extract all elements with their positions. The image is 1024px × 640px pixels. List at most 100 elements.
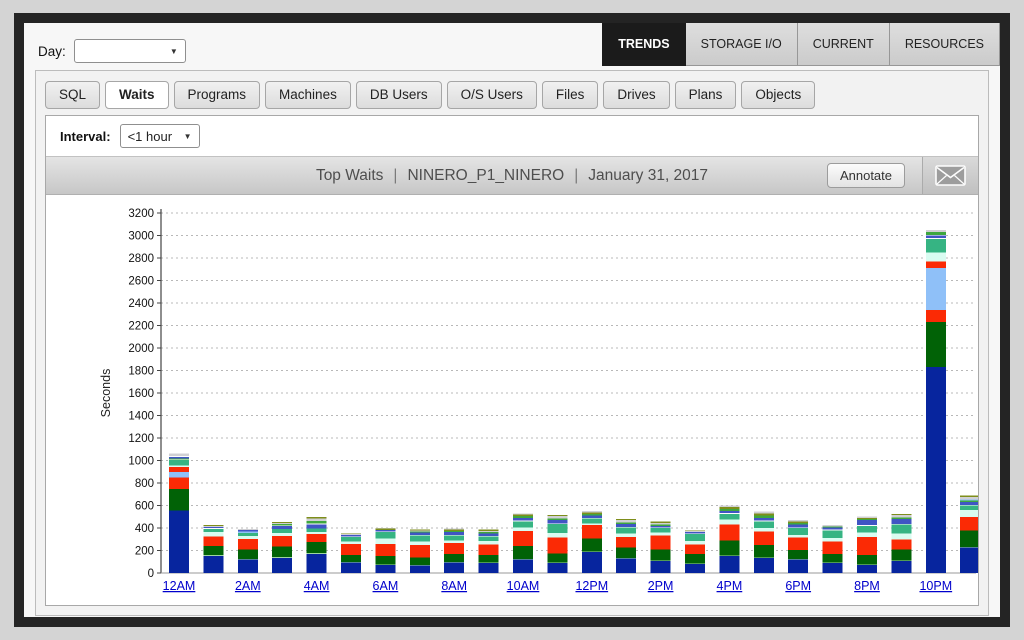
x-axis-time-link-12PM[interactable]: 12PM [575, 579, 608, 593]
bar-segment-green [926, 322, 946, 367]
x-axis-time-link-6AM[interactable]: 6AM [373, 579, 399, 593]
bar-segment-navy [169, 511, 189, 573]
bar-segment-cyan [685, 541, 705, 544]
bar-segment-white [788, 527, 808, 528]
bar-segment-grass [823, 526, 843, 527]
bar-segment-red [547, 538, 567, 554]
day-select[interactable]: ▼ [74, 39, 186, 63]
tab-sql[interactable]: SQL [45, 81, 100, 109]
bar-segment-navy [547, 563, 567, 573]
x-axis-time-link-8PM[interactable]: 8PM [854, 579, 880, 593]
bar-segment-white [891, 524, 911, 525]
tab-drives[interactable]: Drives [603, 81, 669, 109]
bar-12PM [582, 511, 602, 573]
bar-segment-red [891, 539, 911, 549]
bar-segment-teal [272, 529, 292, 533]
interval-label: Interval: [60, 129, 111, 144]
bar-segment-olive [685, 530, 705, 531]
x-axis-time-link-4PM[interactable]: 4PM [717, 579, 743, 593]
tab-waits[interactable]: Waits [105, 81, 169, 109]
tab-db-users[interactable]: DB Users [356, 81, 442, 109]
tab-o-s-users[interactable]: O/S Users [447, 81, 537, 109]
bar-segment-white [375, 531, 395, 532]
bar-segment-white [651, 527, 671, 528]
bar-segment-navy [823, 563, 843, 573]
bar-segment-teal [410, 535, 430, 541]
bar-1PM [616, 519, 636, 573]
nav-button-resources[interactable]: RESOURCES [890, 23, 1000, 66]
bar-segment-silver [857, 517, 877, 518]
waits-stacked-bar-chart: 0200400600800100012001400160018002000220… [46, 201, 978, 605]
interval-select[interactable]: <1 hour ▼ [120, 124, 200, 148]
bar-3AM [272, 522, 292, 573]
bar-segment-white [341, 536, 361, 537]
nav-button-storage-i-o[interactable]: STORAGE I/O [686, 23, 798, 66]
annotate-button[interactable]: Annotate [827, 163, 905, 188]
bar-segment-green [685, 554, 705, 564]
bar-segment-red [444, 543, 464, 554]
nav-button-current[interactable]: CURRENT [798, 23, 890, 66]
x-axis-time-link-6PM[interactable]: 6PM [785, 579, 811, 593]
bar-segment-olive [960, 495, 978, 497]
bar-segment-navy [341, 562, 361, 573]
chart-area: 0200400600800100012001400160018002000220… [46, 195, 978, 605]
bar-segment-grass [582, 514, 602, 516]
x-axis-time-link-10PM[interactable]: 10PM [919, 579, 952, 593]
bar-segment-red [823, 542, 843, 554]
bar-segment-grass [307, 521, 327, 524]
y-tick-label: 2600 [128, 276, 154, 288]
tab-files[interactable]: Files [542, 81, 599, 109]
chart-title-date: January 31, 2017 [588, 167, 708, 184]
bar-segment-teal [685, 534, 705, 541]
y-tick-label: 800 [135, 478, 154, 490]
nav-button-trends[interactable]: TRENDS [602, 23, 685, 66]
bar-segment-red [375, 544, 395, 556]
y-tick-label: 2000 [128, 343, 154, 355]
bar-segment-white [479, 536, 499, 537]
x-axis-time-link-2AM[interactable]: 2AM [235, 579, 261, 593]
bar-segment-silver [651, 523, 671, 525]
bar-segment-cyan [410, 542, 430, 545]
tab-objects[interactable]: Objects [741, 81, 815, 109]
bar-segment-grass [891, 517, 911, 519]
bar-10AM [513, 513, 533, 573]
bar-segment-teal [341, 537, 361, 542]
bar-segment-navy [582, 552, 602, 573]
x-axis-time-link-10AM[interactable]: 10AM [507, 579, 540, 593]
bar-segment-navy [238, 560, 258, 574]
bar-12AM [169, 453, 189, 573]
x-axis-time-link-8AM[interactable]: 8AM [441, 579, 467, 593]
bar-segment-olive [444, 529, 464, 530]
bar-segment-silver [616, 520, 636, 522]
bar-8PM [857, 517, 877, 573]
bar-segment-red [616, 537, 636, 548]
bar-segment-cyan [719, 519, 739, 524]
bar-segment-lime [444, 562, 464, 563]
x-axis-time-link-4AM[interactable]: 4AM [304, 579, 330, 593]
bar-segment-olive [513, 515, 533, 517]
bar-segment-silver [307, 519, 327, 521]
x-axis-time-link-12AM[interactable]: 12AM [163, 579, 196, 593]
chevron-down-icon: ▼ [184, 132, 192, 141]
tab-machines[interactable]: Machines [265, 81, 351, 109]
email-button[interactable] [922, 157, 978, 194]
chevron-down-icon: ▼ [170, 47, 178, 56]
bar-segment-blue [582, 516, 602, 518]
chart-title-metric: Top Waits [316, 167, 383, 184]
tab-programs[interactable]: Programs [174, 81, 261, 109]
bar-segment-navy [410, 566, 430, 573]
bar-segment-green [651, 549, 671, 560]
bar-segment-blue [444, 532, 464, 535]
bar-segment-green [513, 546, 533, 559]
bar-segment-silver [891, 515, 911, 517]
bar-segment-white [857, 525, 877, 526]
bar-segment-lime [616, 558, 636, 559]
bar-segment-olive [341, 533, 361, 534]
bar-11AM [547, 515, 567, 573]
tab-plans[interactable]: Plans [675, 81, 737, 109]
x-axis-time-link-2PM[interactable]: 2PM [648, 579, 674, 593]
tab-strip: SQLWaitsProgramsMachinesDB UsersO/S User… [36, 71, 988, 109]
bar-7PM [823, 525, 843, 573]
bar-segment-green [272, 546, 292, 557]
bar-segment-navy [960, 548, 978, 573]
